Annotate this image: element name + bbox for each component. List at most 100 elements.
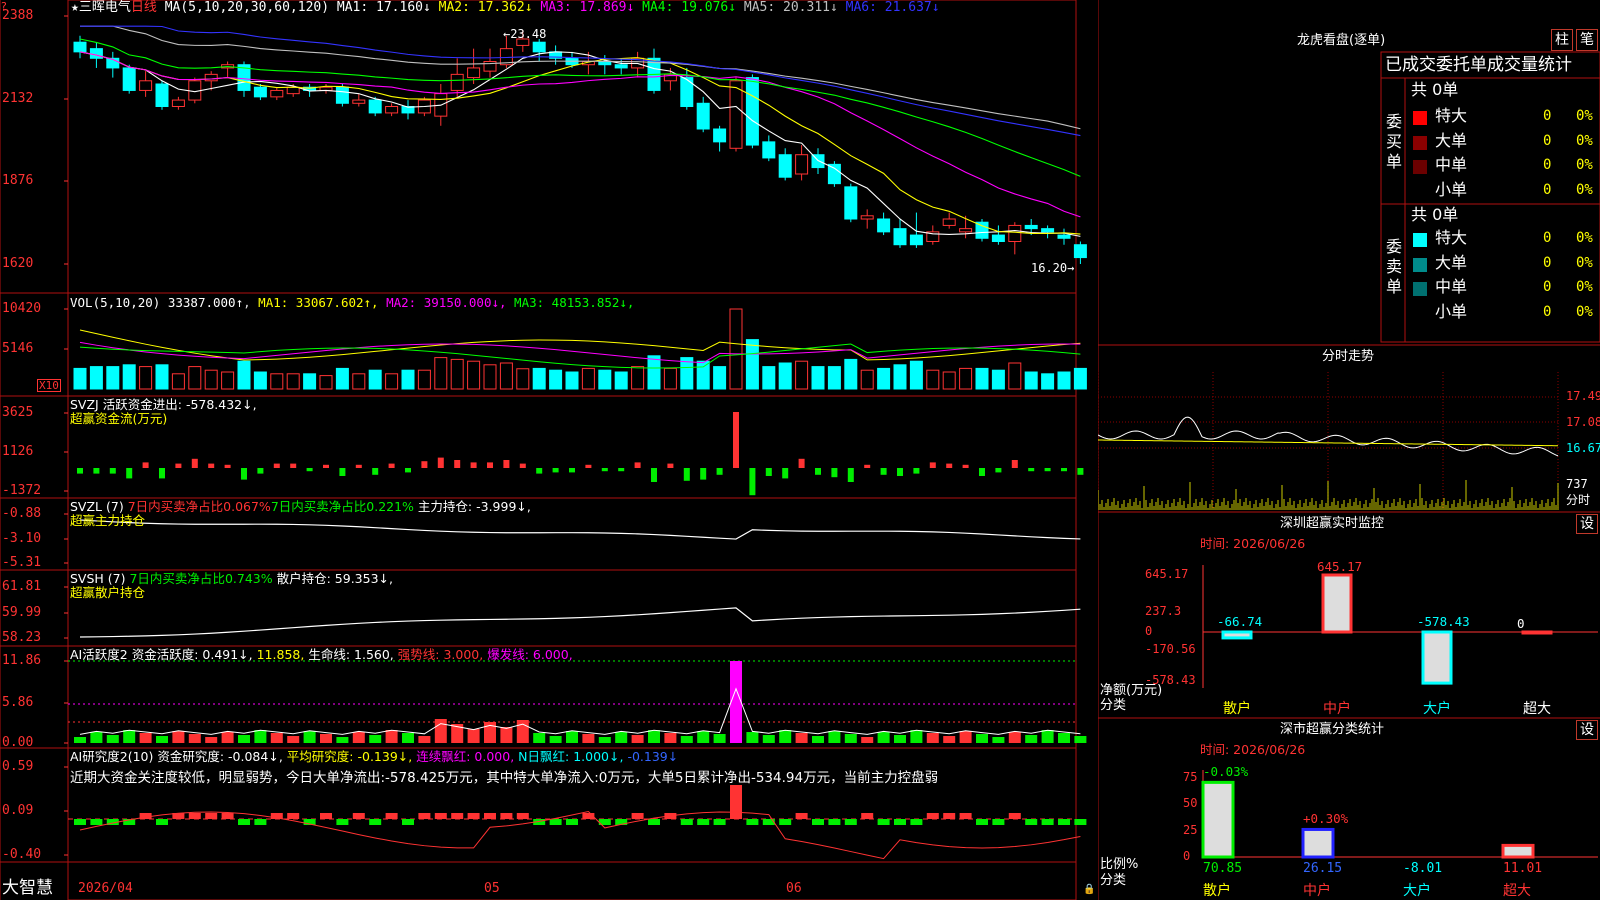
volume-bar: [253, 371, 267, 390]
ai1-bar: [254, 730, 267, 743]
ai2-bar: [894, 819, 906, 825]
svzj-bar: [683, 468, 690, 481]
volume-bar: [959, 367, 973, 390]
ai1-bar: [123, 730, 136, 743]
ai2-bar: [205, 813, 218, 819]
svzj-bar: [273, 463, 280, 468]
ai1-bar: [221, 732, 234, 743]
ma-line-120: [80, 25, 1081, 137]
ai2-bar: [713, 819, 726, 825]
ai1-bar: [90, 732, 103, 743]
intraday-y-tick: 17.49: [1566, 389, 1600, 403]
volume-bar: [581, 367, 595, 390]
monitor-value-label: 0: [1517, 616, 1525, 631]
volume-bar: [647, 355, 661, 390]
ai1-bar: [1058, 733, 1070, 743]
candle-body: [352, 99, 366, 104]
monitor-xlabel: 分类: [1100, 698, 1127, 713]
ai1-bar: [680, 736, 693, 743]
monitor-settings-button[interactable]: 设: [1576, 514, 1598, 534]
ai1-bar: [746, 732, 759, 743]
intraday-y-tick: 16.67: [1566, 441, 1600, 455]
star-icon[interactable]: ★: [71, 0, 79, 15]
low-price-label: 16.20→: [1031, 261, 1075, 275]
candle-body: [171, 99, 185, 107]
classify-settings-button[interactable]: 设: [1576, 720, 1598, 740]
ai1-bar: [812, 736, 824, 743]
candle-body: [745, 77, 759, 146]
ai1-bar: [402, 733, 414, 743]
svzj-bar: [880, 468, 887, 475]
volume-bar: [122, 364, 136, 390]
ai2-bar: [779, 819, 792, 825]
volume-bar: [1041, 373, 1055, 390]
ai2-bar: [910, 819, 923, 825]
volume-bar: [762, 366, 776, 390]
volume-bar: [499, 362, 513, 390]
volume-bar: [483, 364, 497, 390]
ai2-bar: [549, 819, 562, 825]
period-label[interactable]: 日线: [131, 0, 157, 15]
volume-bar: [319, 375, 333, 390]
classify-title: 深市超赢分类统计: [1280, 722, 1385, 737]
volume-bar: [893, 364, 907, 390]
x-label-apr: 2026/04: [78, 881, 133, 896]
classify-value: 26.15: [1303, 861, 1343, 876]
svzj-bar: [224, 464, 231, 468]
classify-xlabel: 分类: [1100, 873, 1127, 888]
svzj-bar: [503, 460, 510, 468]
volume-bar: [565, 371, 579, 390]
ai2-bar: [254, 819, 267, 825]
intraday-unit: 分时: [1566, 493, 1591, 507]
svzj-bar: [470, 462, 477, 468]
ai2-bar: [730, 785, 742, 819]
svzj-title: 超赢资金流(万元): [70, 411, 168, 426]
volume-bar: [286, 373, 300, 390]
column-mode-button[interactable]: 柱: [1551, 29, 1573, 51]
classify-category: 中户: [1303, 883, 1331, 899]
buy-row-pct: 0%: [1576, 132, 1593, 149]
ai1-bar: [352, 732, 365, 743]
y-tick-svzj: 1126: [2, 444, 34, 459]
ai2-bar: [434, 813, 447, 819]
volume-bar: [352, 373, 366, 390]
lock-icon[interactable]: 🔒: [1083, 885, 1095, 895]
classify-value: 70.85: [1203, 861, 1243, 876]
svzl-title: 超赢主力持仓: [70, 513, 146, 528]
candle-body: [73, 41, 87, 53]
volume-bar: [532, 367, 546, 390]
ai1-bar: [631, 735, 644, 743]
svzj-bar: [339, 468, 346, 476]
ai2-bar: [1008, 813, 1021, 819]
volume-bar: [450, 358, 464, 390]
volume-bar: [729, 308, 743, 390]
ai1-bar: [303, 731, 316, 743]
vol-ma-line: [79, 329, 1081, 361]
sell-color-swatch: [1413, 257, 1427, 272]
monitor-date: 时间: 2026/06/26: [1200, 536, 1306, 551]
tick-mode-button[interactable]: 笔: [1576, 29, 1598, 51]
svzj-bar: [454, 460, 461, 468]
volume-bar: [237, 360, 251, 390]
y-tick-svzl: -0.88: [2, 506, 42, 521]
intraday-vol: 737: [1566, 477, 1588, 491]
classify-y-tick: 25: [1183, 822, 1198, 837]
svzj-bar: [552, 468, 559, 473]
vol-ma-legend-1: MA1: 33067.602↑,: [258, 295, 387, 310]
ai2-bar: [352, 813, 365, 819]
y-tick-ai1: 11.86: [2, 653, 42, 668]
vol-legend: VOL(5,10,20) 33387.000↑, MA1: 33067.602↑…: [70, 295, 635, 310]
ai2-bar: [746, 819, 759, 825]
ai2-bar: [385, 813, 398, 819]
ai2-bar: [959, 813, 972, 819]
classify-change: +0.30%: [1303, 811, 1349, 827]
candle-body: [762, 141, 776, 159]
ai1-bar: [1041, 730, 1054, 743]
stock-chart[interactable]: [0, 0, 1098, 900]
sell-row-vol: 0: [1543, 230, 1552, 246]
candle-body: [893, 228, 907, 246]
svzj-bar: [929, 462, 936, 468]
svzj-bar: [175, 463, 182, 468]
ai1-bar: [139, 733, 152, 743]
svzj-bar: [142, 462, 149, 468]
